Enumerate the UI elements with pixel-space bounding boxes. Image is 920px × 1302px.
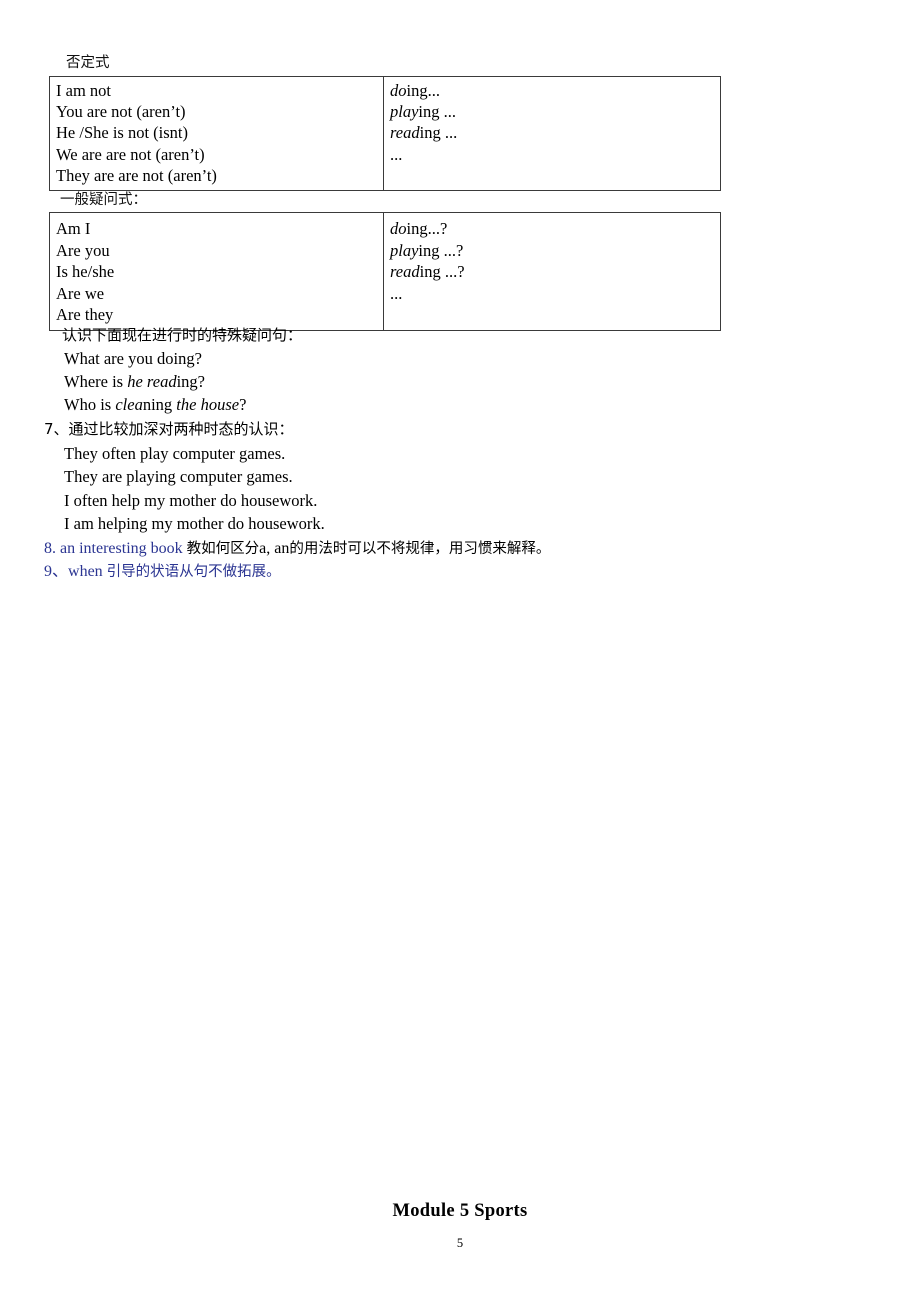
example-sentence: Who is cleaning the house? <box>64 394 246 415</box>
example-sentence: What are you doing? <box>64 349 202 368</box>
module-title: Module 5 Sports <box>392 1201 528 1221</box>
verb-stem: do <box>390 219 407 238</box>
table-row: I am not You are not (aren’t) He /She is… <box>49 75 721 192</box>
verb-suffix: ing... <box>406 81 440 100</box>
verb-stem: read <box>390 262 420 282</box>
example-sentence: They often play computer games. <box>64 444 286 463</box>
verb-stem: read <box>390 123 420 143</box>
list-item: You are not (aren’t) <box>56 102 186 122</box>
item8-chinese-a: 教如何区分 <box>186 541 260 557</box>
sentence-part: ? <box>239 395 247 414</box>
item8-line: 8. an interesting book 教如何区分a, an的用法时可以不… <box>44 538 550 560</box>
example-sentence: I often help my mother do housework. <box>64 491 318 510</box>
list-item: They are are not (aren’t) <box>56 165 217 185</box>
list-item: ... <box>390 283 720 305</box>
negative-verbs-cell: doing... playing ... reading ... ... <box>383 75 721 192</box>
list-item: Am I <box>56 219 91 238</box>
verb-suffix: ing ...? <box>418 240 464 260</box>
question-subjects-cell: Am I Are you Is he/she Are we Are they <box>49 212 384 331</box>
verb-suffix: ing ... <box>418 102 457 122</box>
verb-stem: play <box>390 102 419 122</box>
list-item: Are you <box>56 240 110 260</box>
list-item: We are are not (aren’t) <box>56 144 205 164</box>
list-item: ... <box>390 144 720 165</box>
negative-form-table: I am not You are not (aren’t) He /She is… <box>49 75 721 192</box>
verb-stem: do <box>390 81 407 100</box>
example-sentence: I am helping my mother do housework. <box>64 514 325 533</box>
verb-suffix: ... <box>390 144 403 164</box>
example-sentence: They are playing computer games. <box>64 467 293 486</box>
item9-line: 9、when 引导的状语从句不做拓展。 <box>44 561 281 583</box>
list-item: He /She is not (isnt) <box>56 123 188 143</box>
verb-stem: play <box>390 240 419 260</box>
section-heading-question: 一般疑问式： <box>60 192 147 208</box>
verb-suffix: ing ...? <box>419 262 465 282</box>
list-item: doing... <box>390 80 720 101</box>
verb-suffix: ing ... <box>419 123 458 143</box>
item8-english-term: an interesting book <box>60 540 183 557</box>
list-item: reading ... <box>390 122 720 143</box>
sentence-part: ning <box>142 395 177 414</box>
sentence-part: Where is <box>64 372 128 391</box>
list-item: Is he/she <box>56 262 115 282</box>
list-item: Are they <box>56 305 114 325</box>
sentence-italic-part: the house <box>176 395 240 414</box>
verb-suffix: ing...? <box>406 219 448 238</box>
sentence-italic-part: clea <box>115 395 143 414</box>
item9-chinese: 引导的状语从句不做拓展。 <box>106 564 281 580</box>
sentence-part: ing? <box>176 372 205 391</box>
negative-subjects-cell: I am not You are not (aren’t) He /She is… <box>49 75 384 192</box>
list-item: playing ... <box>390 101 720 122</box>
list-item: doing...? <box>390 218 720 240</box>
question-form-table: Am I Are you Is he/she Are we Are they d… <box>49 212 721 331</box>
sentence-part: Who is <box>64 395 116 414</box>
item8-number: 8. <box>44 540 56 557</box>
list-item: playing ...? <box>390 240 720 262</box>
item9-number: 9、 <box>44 563 69 580</box>
table-row: Am I Are you Is he/she Are we Are they d… <box>49 212 721 331</box>
wh-questions-heading: 认识下面现在进行时的特殊疑问句： <box>62 326 303 344</box>
item9-english-term: when <box>68 563 103 580</box>
page-number: 5 <box>456 1236 464 1250</box>
item7-heading: 7、通过比较加深对两种时态的认识： <box>44 420 294 438</box>
sentence-italic-part: he read <box>127 372 177 391</box>
list-item: reading ...? <box>390 261 720 283</box>
document-page: 否定式 I am not You are not (aren’t) He /Sh… <box>0 0 920 1302</box>
example-sentence: Where is he reading? <box>64 371 205 392</box>
question-verbs-cell: doing...? playing ...? reading ...? ... <box>383 212 721 331</box>
section-heading-negative: 否定式 <box>66 55 110 71</box>
item8-english-mid: a, an <box>259 540 290 557</box>
verb-suffix: ... <box>390 283 403 303</box>
list-item: Are we <box>56 283 105 303</box>
list-item: I am not <box>56 81 111 100</box>
item8-chinese-b: 的用法时可以不将规律，用习惯来解释。 <box>289 541 551 557</box>
